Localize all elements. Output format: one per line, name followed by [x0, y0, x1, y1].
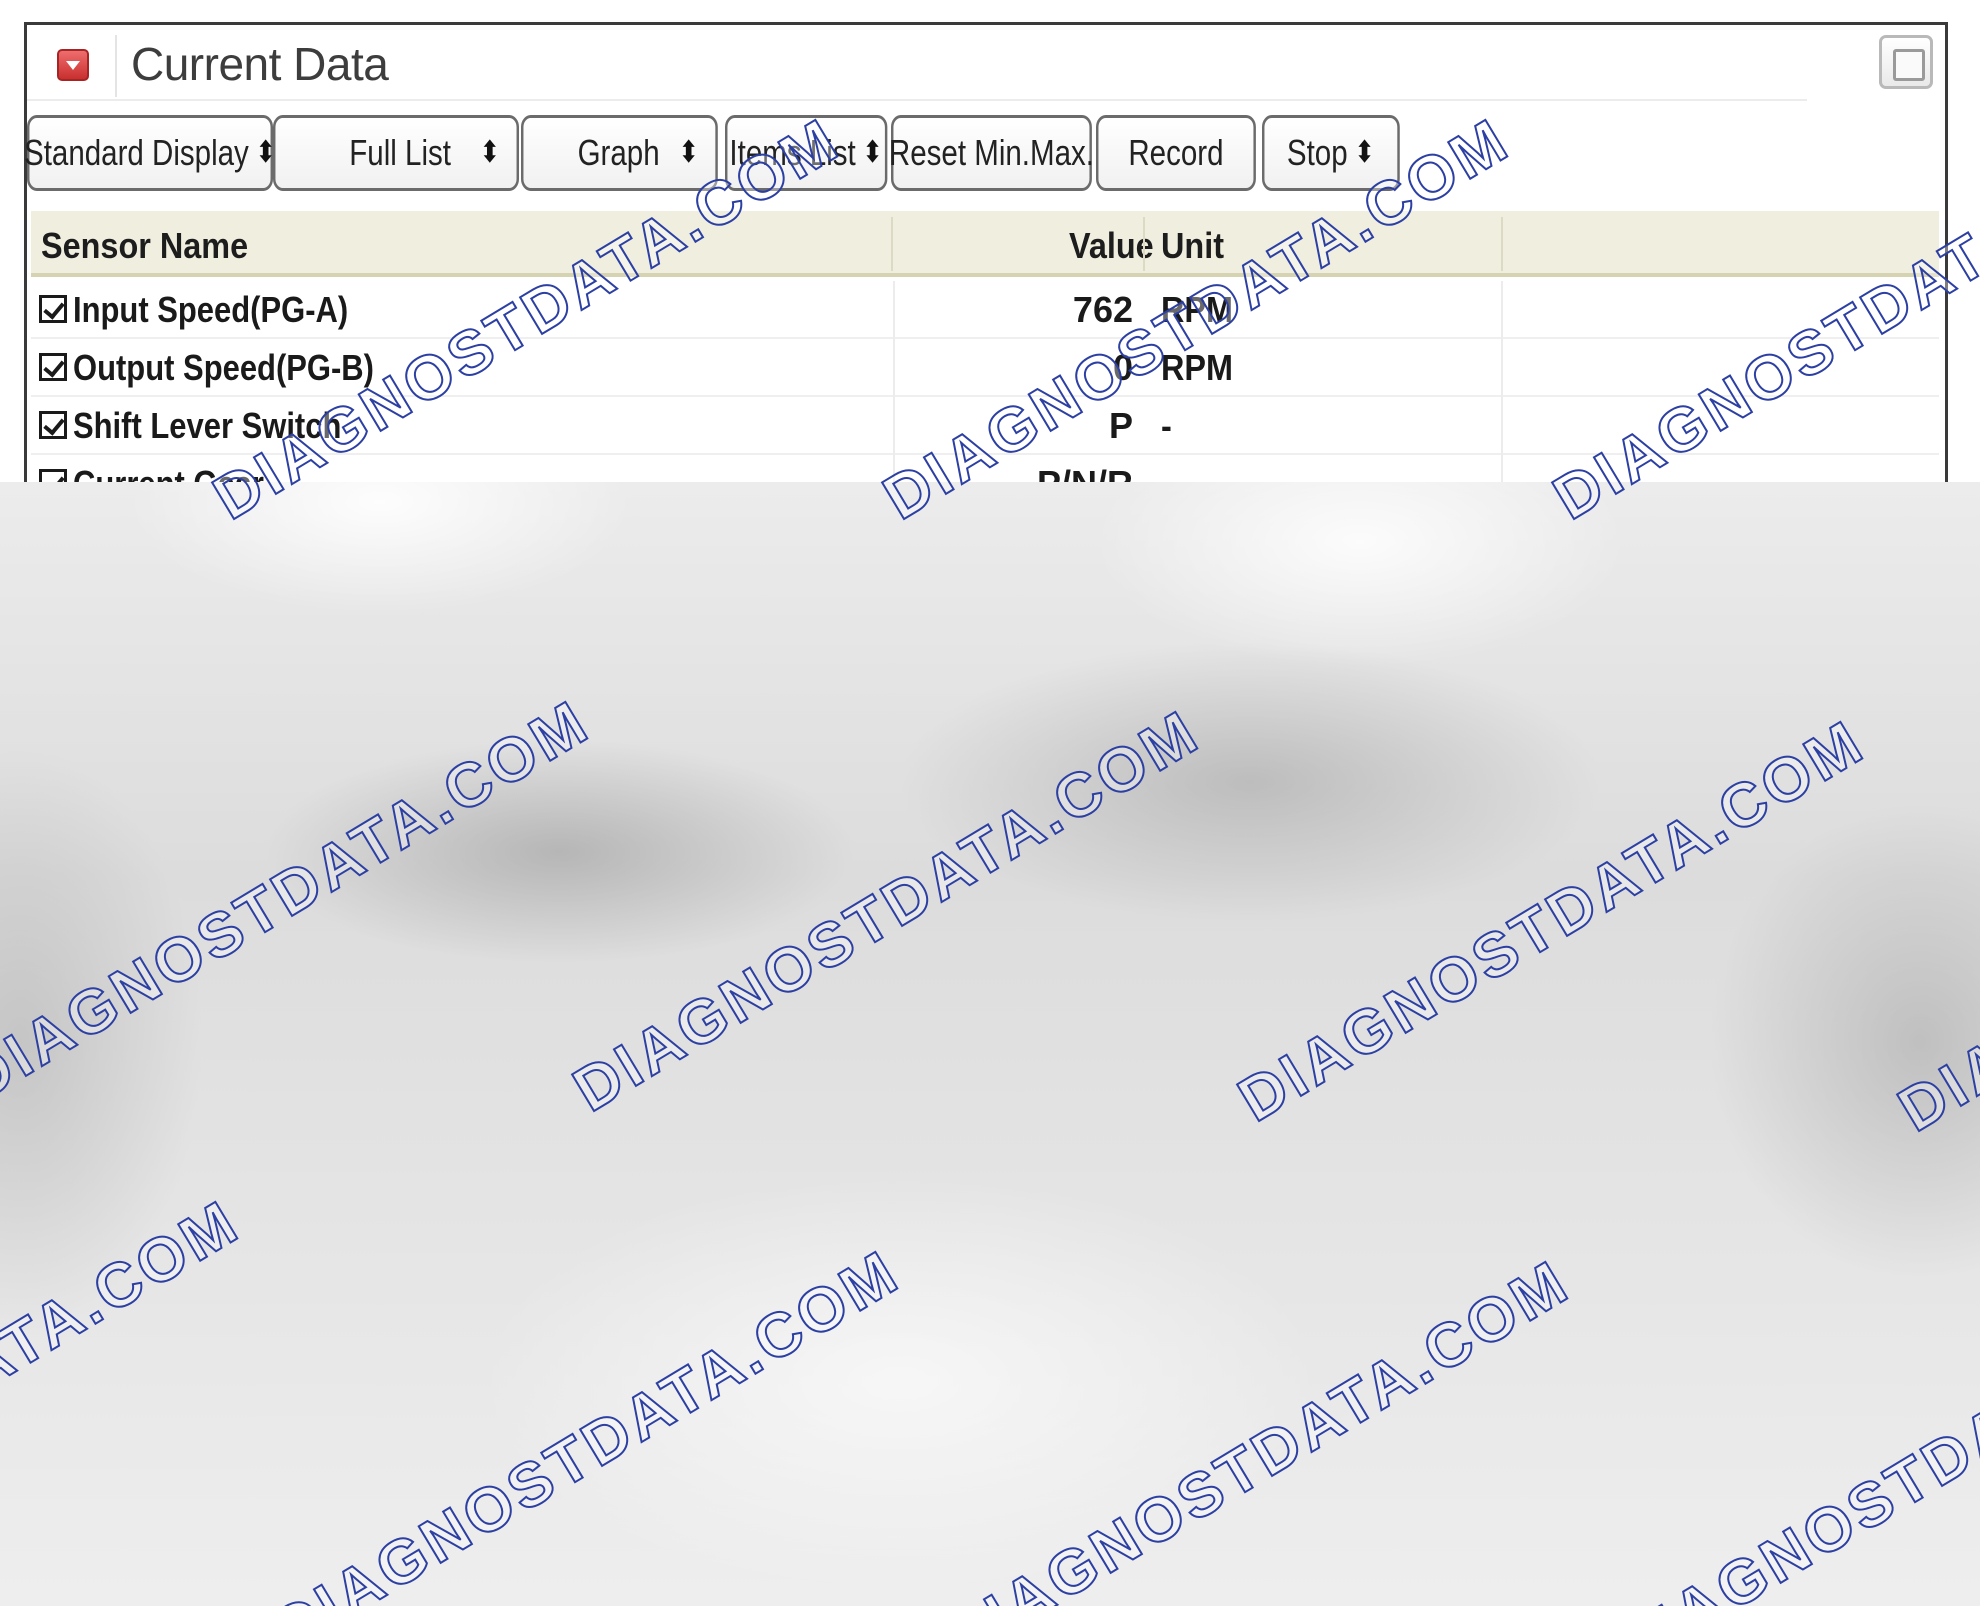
spinner-arrows-icon: ⬍ — [1354, 136, 1375, 169]
column-divider — [1501, 455, 1503, 482]
sensor-unit: - — [1161, 463, 1172, 482]
maximize-icon[interactable] — [1879, 35, 1933, 89]
collapse-arrow-icon[interactable] — [57, 49, 89, 81]
panel-title: Current Data — [131, 38, 389, 90]
column-divider — [1501, 217, 1503, 271]
sensor-name: Input Speed(PG-A) — [73, 289, 349, 330]
reset-min-max-button[interactable]: Reset Min.Max. — [888, 115, 1094, 191]
standard-display-dropdown[interactable]: Standard Display ⬍ — [24, 115, 276, 191]
column-divider — [893, 339, 895, 397]
sensor-name: Output Speed(PG-B) — [73, 347, 374, 388]
stop-label: Stop — [1286, 132, 1348, 173]
unit-header[interactable]: Unit — [1161, 225, 1224, 267]
spinner-arrows-icon: ⬍ — [678, 136, 699, 169]
table-row[interactable]: Output Speed(PG-B) 0 RPM — [31, 339, 1939, 397]
column-divider — [893, 397, 895, 455]
graph-label: Graph — [577, 132, 660, 173]
title-divider — [115, 35, 117, 97]
column-divider — [1501, 397, 1503, 455]
row-checkbox[interactable] — [39, 469, 67, 482]
row-checkbox[interactable] — [39, 295, 67, 323]
table-header: Sensor Name Value Unit — [31, 211, 1939, 277]
panel-titlebar: Current Data — [27, 25, 1945, 105]
sensor-unit: - — [1161, 405, 1172, 446]
record-button[interactable]: Record — [1096, 115, 1256, 191]
table-row[interactable]: Input Speed(PG-A) 762 RPM — [31, 281, 1939, 339]
column-divider — [893, 281, 895, 339]
spinner-arrows-icon: ⬍ — [862, 136, 883, 169]
sensor-value: 762 — [1072, 289, 1133, 330]
sensor-name-header[interactable]: Sensor Name — [41, 225, 248, 267]
spinner-arrows-icon: ⬍ — [479, 136, 501, 169]
full-list-dropdown[interactable]: Full List ⬍ — [273, 115, 519, 191]
column-divider — [1143, 217, 1145, 271]
row-checkbox[interactable] — [39, 353, 67, 381]
full-list-label: Full List — [349, 132, 451, 173]
value-header[interactable]: Value — [1069, 225, 1154, 267]
column-divider — [891, 217, 893, 271]
toolbar: Standard Display ⬍ Full List ⬍ Graph ⬍ I… — [24, 115, 1945, 193]
title-underline — [27, 99, 1807, 101]
column-divider — [1501, 339, 1503, 397]
reset-min-max-label: Reset Min.Max. — [888, 132, 1094, 173]
standard-display-label: Standard Display — [24, 132, 249, 173]
row-checkbox[interactable] — [39, 411, 67, 439]
record-label: Record — [1128, 132, 1224, 173]
blurred-background — [0, 482, 1980, 1606]
column-divider — [1501, 281, 1503, 339]
